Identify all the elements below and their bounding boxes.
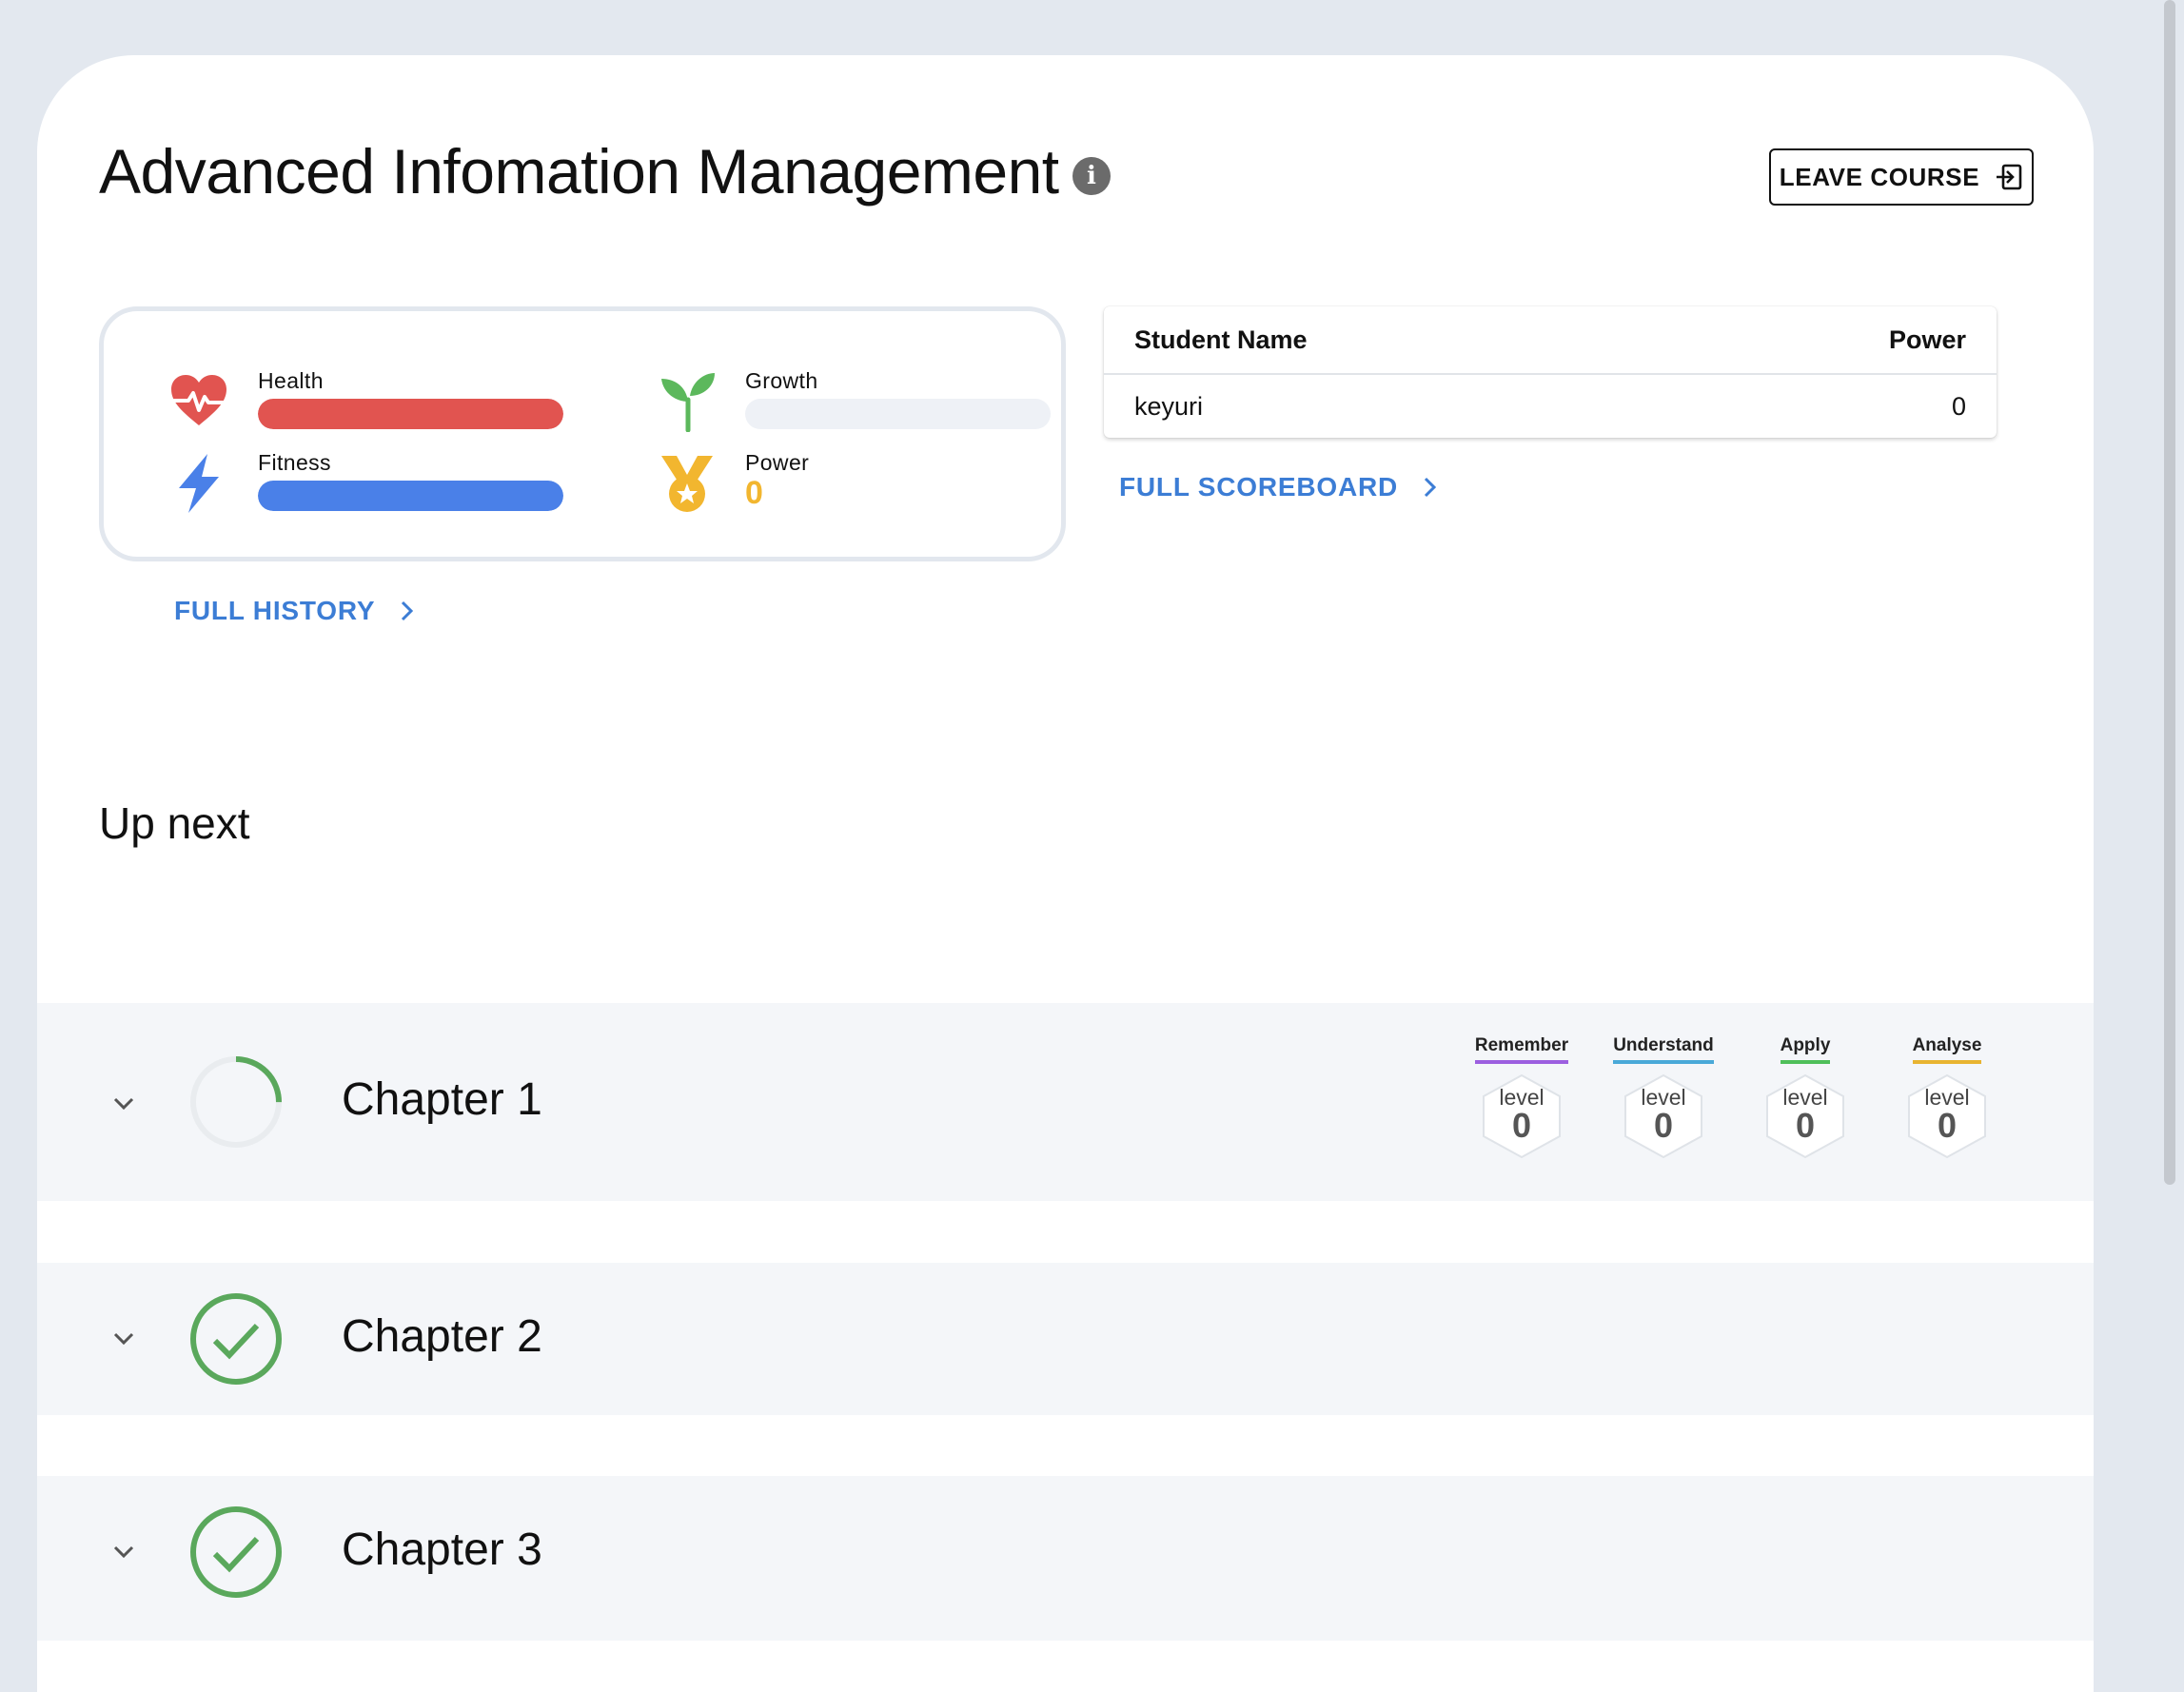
bloom-analyse: Analyse level 0: [1894, 1035, 2000, 1159]
up-next-heading: Up next: [99, 798, 250, 848]
bloom-remember: Remember level 0: [1468, 1035, 1575, 1159]
info-icon[interactable]: i: [1072, 157, 1111, 195]
chevron-down-icon[interactable]: [109, 1543, 138, 1562]
exit-icon: [1997, 164, 2022, 190]
bloom-understand: Understand level 0: [1610, 1035, 1717, 1159]
check-circle-icon: [190, 1293, 282, 1385]
bloom-name: Remember: [1474, 1035, 1569, 1064]
table-row: keyuri 0: [1104, 375, 1997, 438]
full-history-link[interactable]: FULL HISTORY: [174, 596, 417, 626]
student-name-cell: keyuri: [1134, 391, 1204, 421]
fitness-label: Fitness: [258, 450, 331, 475]
scrollbar[interactable]: [2161, 0, 2178, 1641]
health-label: Health: [258, 368, 324, 393]
scrollbar-thumb[interactable]: [2164, 0, 2175, 1185]
bloom-apply: Apply level 0: [1752, 1035, 1859, 1159]
chapter-row-2[interactable]: Chapter 2: [37, 1263, 2094, 1415]
level-badge: level 0: [1480, 1073, 1564, 1159]
bloom-name: Analyse: [1912, 1035, 1982, 1064]
growth-bar: [745, 399, 1051, 429]
page-title: Advanced Infomation Management: [99, 136, 1059, 207]
level-value: 0: [1795, 1106, 1816, 1145]
lightning-icon: [179, 454, 219, 513]
power-value: 0: [745, 475, 763, 511]
fitness-bar: [258, 481, 563, 511]
health-bar-fill: [258, 399, 563, 429]
chevron-right-icon: [402, 600, 414, 621]
bloom-name: Understand: [1613, 1035, 1714, 1064]
level-badge: level 0: [1622, 1073, 1705, 1159]
chapter-row-1[interactable]: Chapter 1 Remember level 0 Understand le…: [37, 1003, 2094, 1201]
full-scoreboard-label: FULL SCOREBOARD: [1119, 472, 1399, 502]
bloom-name: Apply: [1780, 1035, 1831, 1064]
sprout-icon: [661, 373, 715, 432]
check-circle-icon: [190, 1506, 282, 1598]
level-badge: level 0: [1905, 1073, 1989, 1159]
stats-card: Health Growth Fitness Power 0: [99, 306, 1066, 561]
chapter-title: Chapter 1: [342, 1074, 542, 1125]
heart-icon: [171, 375, 226, 425]
level-value: 0: [1511, 1106, 1532, 1145]
medal-icon: [661, 456, 713, 512]
chevron-down-icon[interactable]: [109, 1094, 138, 1113]
full-scoreboard-link[interactable]: FULL SCOREBOARD: [1119, 472, 1440, 502]
column-power: Power: [1888, 325, 1966, 354]
chapter-title: Chapter 2: [342, 1311, 542, 1362]
growth-label: Growth: [745, 368, 818, 393]
leave-course-label: LEAVE COURSE: [1779, 162, 1980, 191]
scoreboard-header: Student Name Power: [1104, 306, 1997, 375]
fitness-bar-fill: [258, 481, 563, 511]
course-card: [37, 55, 2094, 1692]
chevron-right-icon: [1424, 477, 1437, 498]
chapter-title: Chapter 3: [342, 1525, 542, 1575]
column-student-name: Student Name: [1134, 325, 1308, 354]
full-history-label: FULL HISTORY: [174, 596, 376, 625]
level-value: 0: [1937, 1106, 1958, 1145]
chapter-row-3[interactable]: Chapter 3: [37, 1476, 2094, 1641]
level-badge: level 0: [1763, 1073, 1847, 1159]
chapter-progress-ring: [190, 1056, 282, 1148]
power-label: Power: [745, 450, 810, 475]
level-value: 0: [1653, 1106, 1674, 1145]
leave-course-button[interactable]: LEAVE COURSE: [1769, 148, 2034, 206]
health-bar: [258, 399, 563, 429]
scoreboard-table: Student Name Power keyuri 0: [1104, 306, 1997, 438]
chevron-down-icon[interactable]: [109, 1329, 138, 1348]
power-cell: 0: [1951, 391, 1966, 421]
